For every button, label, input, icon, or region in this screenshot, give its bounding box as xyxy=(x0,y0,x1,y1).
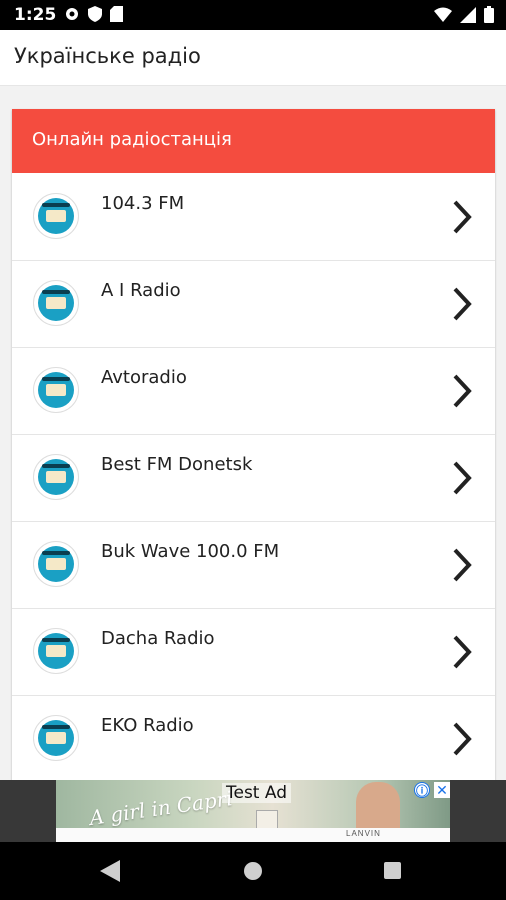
chevron-right-icon xyxy=(453,548,472,582)
ad-label: Test Ad xyxy=(222,783,292,803)
station-item[interactable]: A I Radio xyxy=(12,260,495,348)
back-icon[interactable] xyxy=(100,860,120,882)
status-bar: 1:25 xyxy=(0,0,506,30)
station-logo xyxy=(33,541,79,587)
ad-image[interactable]: A girl in Capri Test Ad LANVIN ⓘ ✕ xyxy=(56,780,450,842)
chevron-right-icon xyxy=(453,287,472,321)
station-name: 104.3 FM xyxy=(101,193,185,214)
station-item[interactable]: Dacha Radio xyxy=(12,608,495,696)
battery-icon xyxy=(484,6,494,23)
signal-icon xyxy=(460,6,476,23)
ad-info-icon[interactable]: ⓘ xyxy=(414,782,430,798)
station-logo xyxy=(33,715,79,761)
station-name: EKO Radio xyxy=(101,715,194,736)
chevron-right-icon xyxy=(453,635,472,669)
station-name: Buk Wave 100.0 FM xyxy=(101,541,280,562)
station-list-card: Онлайн радіостанція 104.3 FM A I Radio A… xyxy=(12,109,495,780)
chevron-right-icon xyxy=(453,200,472,234)
app-title: Українське радіо xyxy=(14,44,201,68)
station-item[interactable]: Buk Wave 100.0 FM xyxy=(12,521,495,609)
station-name: Dacha Radio xyxy=(101,628,215,649)
station-logo xyxy=(33,454,79,500)
recents-icon[interactable] xyxy=(384,862,401,879)
ad-close-icon[interactable]: ✕ xyxy=(434,782,450,798)
station-item[interactable]: Best FM Donetsk xyxy=(12,434,495,522)
shield-icon xyxy=(88,6,102,22)
station-logo xyxy=(33,628,79,674)
card-header: Онлайн радіостанція xyxy=(12,109,495,173)
station-logo xyxy=(33,280,79,326)
chevron-right-icon xyxy=(453,374,472,408)
sd-card-icon xyxy=(110,6,123,22)
station-logo xyxy=(33,193,79,239)
ad-banner[interactable]: A girl in Capri Test Ad LANVIN ⓘ ✕ xyxy=(0,780,506,842)
gear-icon xyxy=(66,8,78,20)
station-name: Avtoradio xyxy=(101,367,187,388)
card-header-title: Онлайн радіостанція xyxy=(32,129,232,150)
station-item[interactable]: 104.3 FM xyxy=(12,173,495,261)
ad-brand: LANVIN xyxy=(346,829,381,838)
app-bar: Українське радіо xyxy=(0,30,506,86)
ad-footer xyxy=(56,828,450,842)
station-item[interactable]: EKO Radio xyxy=(12,695,495,780)
main-content[interactable]: Онлайн радіостанція 104.3 FM A I Radio A… xyxy=(0,86,506,780)
wifi-icon xyxy=(434,7,452,22)
station-name: A I Radio xyxy=(101,280,181,301)
ad-script-text: A girl in Capri xyxy=(88,786,234,830)
chevron-right-icon xyxy=(453,461,472,495)
home-icon[interactable] xyxy=(244,862,262,880)
system-nav-bar xyxy=(0,842,506,900)
station-logo xyxy=(33,367,79,413)
chevron-right-icon xyxy=(453,722,472,756)
station-name: Best FM Donetsk xyxy=(101,454,253,475)
status-time: 1:25 xyxy=(14,5,57,25)
station-item[interactable]: Avtoradio xyxy=(12,347,495,435)
